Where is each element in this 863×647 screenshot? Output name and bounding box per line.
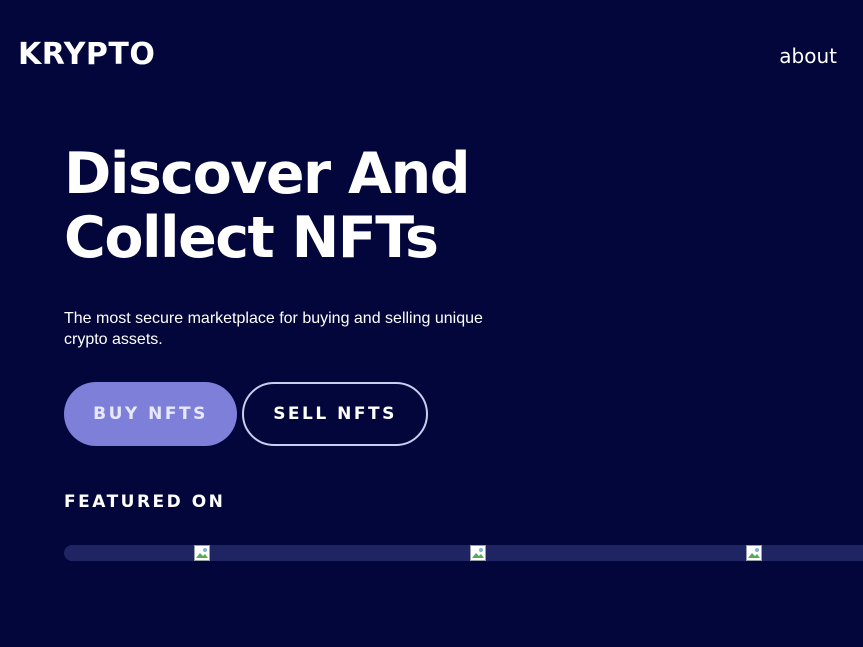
broken-image-icon [746,545,762,561]
brand-logo[interactable]: KRYPTO [18,38,155,72]
buy-nfts-button[interactable]: BUY NFTS [64,382,237,446]
hero-subtitle: The most secure marketplace for buying a… [64,310,483,348]
hero-title: Discover And Collect NFTs [64,141,471,271]
featured-on-heading: FEATURED ON [64,492,226,512]
featured-logos-strip [64,545,863,561]
broken-image-icon [470,545,486,561]
nav-link-about[interactable]: about [779,44,837,68]
hero-title-line-2: Collect NFTs [64,205,439,271]
sell-nfts-button[interactable]: SELL NFTS [242,382,428,446]
hero-title-line-1: Discover And [64,141,471,207]
broken-image-icon [194,545,210,561]
